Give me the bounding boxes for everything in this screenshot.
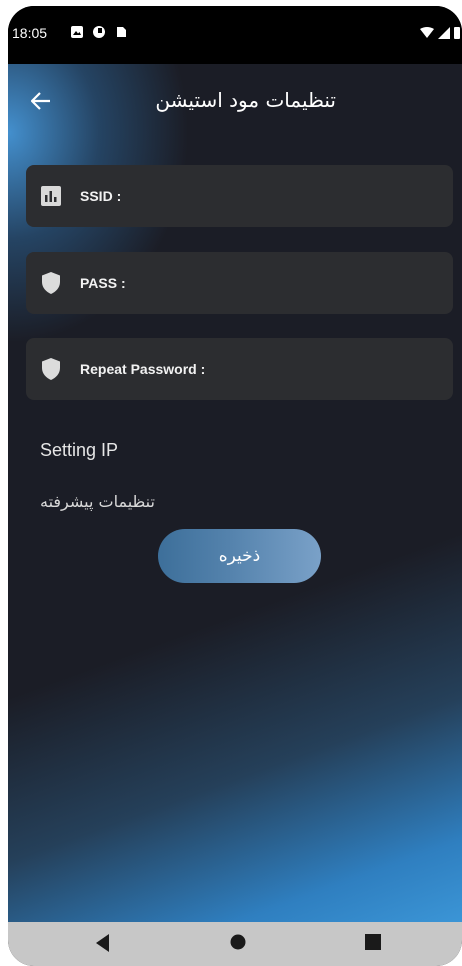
battery-icon xyxy=(454,27,460,39)
circle-home-icon[interactable] xyxy=(230,934,246,950)
page-title: تنظیمات مود استیشن xyxy=(155,88,336,112)
back-button[interactable] xyxy=(26,86,56,116)
wifi-icon xyxy=(420,26,434,38)
repeat-password-field[interactable]: Repeat Password : xyxy=(26,338,453,400)
setting-ip-heading: Setting IP xyxy=(40,440,119,460)
status-bar: 18:05 xyxy=(8,6,462,64)
system-nav-bar xyxy=(8,922,462,966)
advanced-settings-link[interactable]: تنظیمات پیشرفته xyxy=(40,492,155,511)
signal-bars-icon xyxy=(40,185,62,207)
password-label: PASS : xyxy=(80,275,126,291)
shield-icon xyxy=(40,272,62,294)
app-bar: تنظیمات مود استیشن xyxy=(8,64,462,140)
password-field[interactable]: PASS : xyxy=(26,252,453,314)
sd-card-icon xyxy=(117,27,126,37)
repeat-password-label: Repeat Password : xyxy=(80,361,206,377)
save-button[interactable]: ذخیره xyxy=(158,529,321,583)
ssid-field[interactable]: SSID : xyxy=(26,165,453,227)
app-screen: تنظیمات مود استیشن SSID : PASS : Repeat … xyxy=(8,64,462,922)
arrow-left-icon xyxy=(31,92,50,110)
app-notification-icon xyxy=(93,26,105,38)
square-recents-icon[interactable] xyxy=(365,934,381,950)
phone-frame: 18:05 تنظیمات مود استیشن SSID: PASS: R… xyxy=(8,6,462,966)
triangle-back-icon[interactable] xyxy=(96,934,110,952)
photo-notification-icon xyxy=(71,26,83,38)
cell-signal-icon xyxy=(438,26,450,39)
shield-icon xyxy=(40,358,62,380)
ssid-label: SSID : xyxy=(80,188,122,204)
status-time: 18:05 xyxy=(12,25,48,41)
